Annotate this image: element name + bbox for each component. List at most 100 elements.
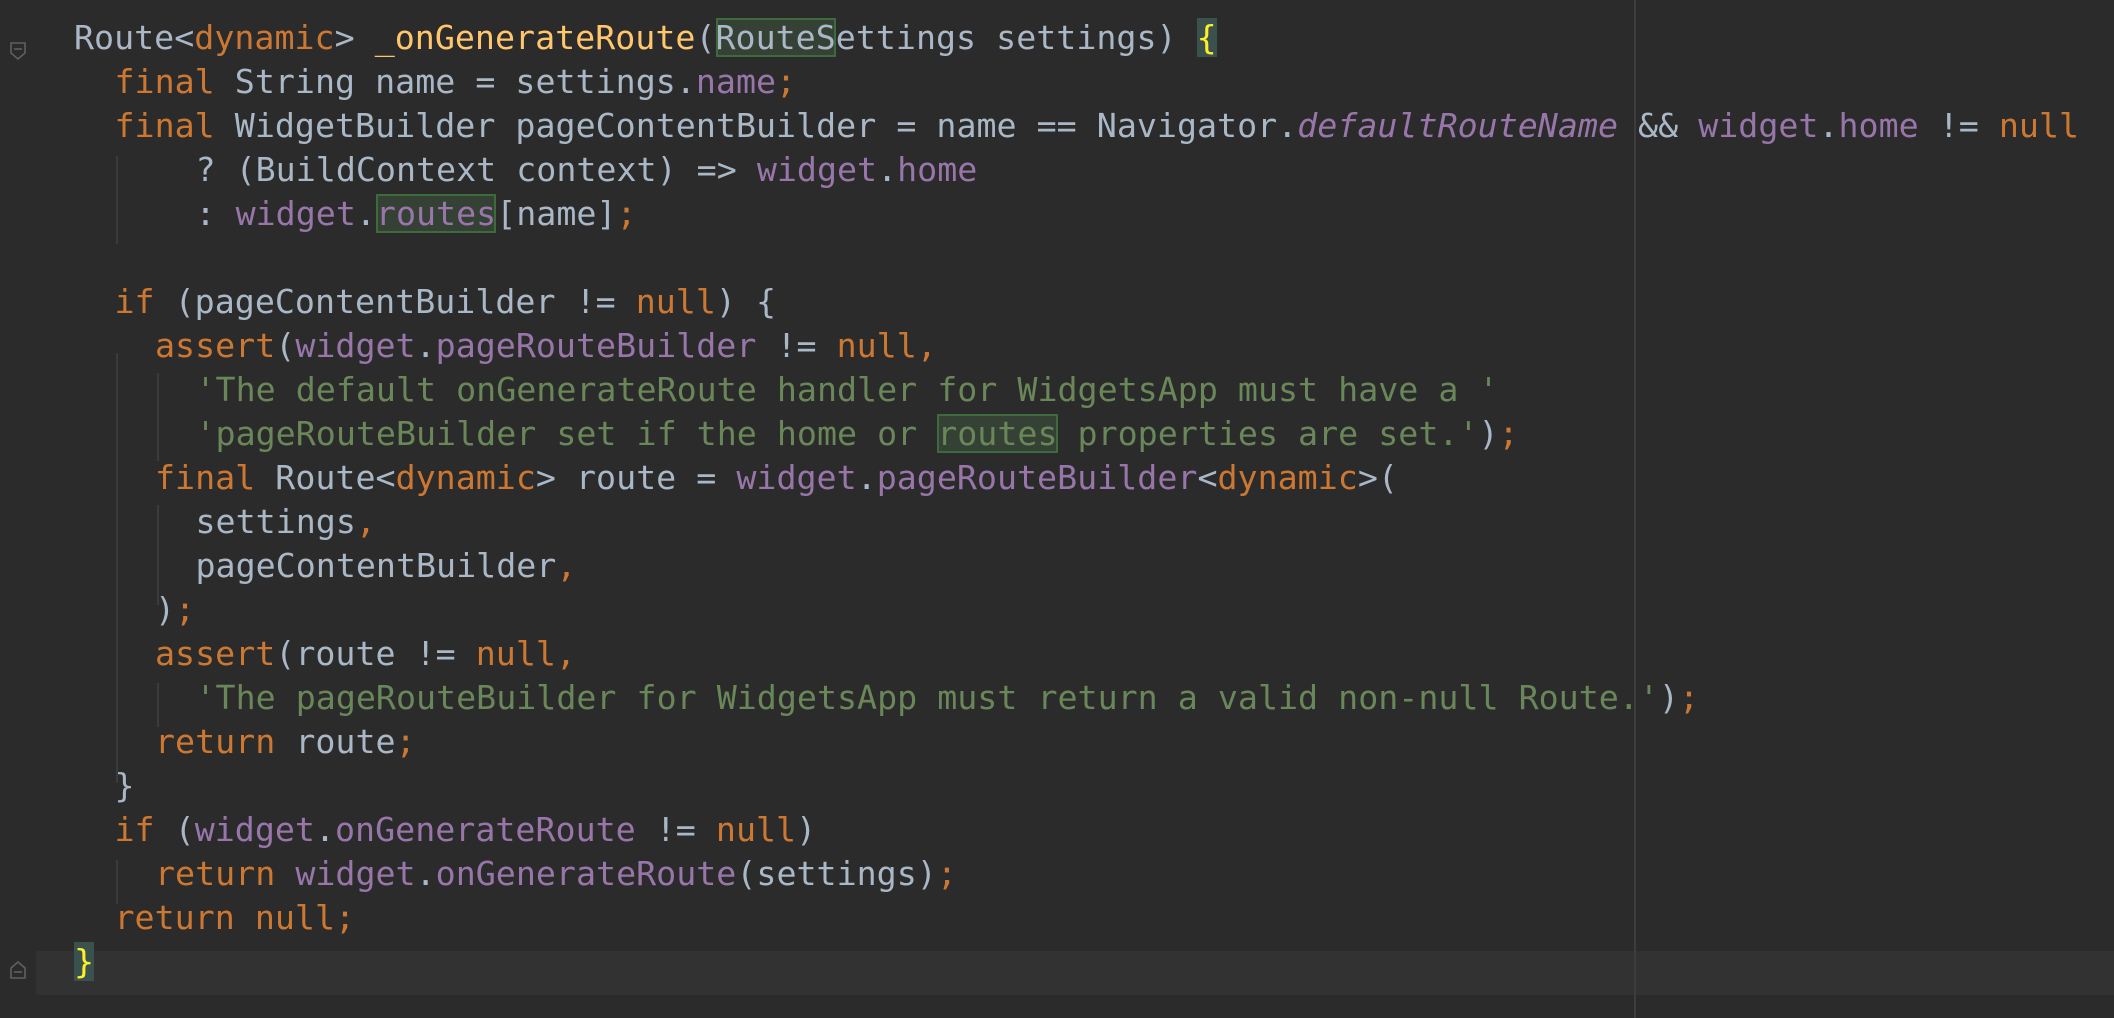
code-token: String name = settings.: [234, 62, 696, 101]
code-line[interactable]: Route<dynamic> _onGenerateRoute(RouteSet…: [74, 16, 1217, 60]
code-token: null: [635, 282, 716, 321]
code-token: settings: [195, 502, 356, 541]
code-token: ;: [335, 898, 356, 937]
code-token: home: [1838, 106, 1919, 145]
code-token: ): [1478, 414, 1499, 453]
code-line[interactable]: pageContentBuilder,: [196, 544, 577, 588]
code-token: return: [155, 854, 296, 893]
code-line[interactable]: final String name = settings.name;: [115, 60, 797, 104]
code-token: assert: [155, 634, 276, 673]
code-line[interactable]: settings,: [196, 500, 376, 544]
code-token: .: [856, 458, 877, 497]
code-token: route: [295, 722, 396, 761]
code-token: {: [1196, 18, 1217, 57]
code-line[interactable]: return widget.onGenerateRoute(settings);: [155, 852, 957, 896]
code-token: ettings settings): [835, 18, 1197, 57]
code-token: ? (BuildContext context) =>: [195, 150, 757, 189]
code-token: final: [114, 62, 235, 101]
indent-guide: [116, 353, 118, 783]
code-line[interactable]: : widget.routes[name];: [196, 192, 637, 236]
code-token: null: [1998, 106, 2080, 145]
code-token: dynamic: [1217, 458, 1358, 497]
code-line[interactable]: assert(widget.pageRouteBuilder != null,: [155, 324, 937, 368]
code-token: ;: [776, 62, 797, 101]
code-token: 'The pageRouteBuilder for WidgetsApp mus…: [195, 678, 1659, 717]
code-token: .: [877, 150, 898, 189]
code-token: ;: [1678, 678, 1699, 717]
code-line[interactable]: }: [74, 940, 95, 984]
code-token: properties are set.': [1057, 414, 1479, 453]
code-token: ;: [175, 590, 196, 629]
code-token: routes: [937, 414, 1058, 453]
code-token: routes: [375, 194, 497, 233]
code-token: 'The default onGenerateRoute handler for…: [195, 370, 1499, 409]
code-line[interactable]: final WidgetBuilder pageContentBuilder =…: [115, 104, 2080, 148]
code-token: (: [695, 18, 716, 57]
fold-collapse-icon[interactable]: [10, 42, 26, 60]
code-token: .: [314, 810, 336, 849]
code-token: null: [715, 810, 797, 849]
fold-end-icon[interactable]: [10, 961, 26, 979]
code-token: (route !=: [275, 634, 476, 673]
code-token: >(: [1357, 458, 1398, 497]
code-line[interactable]: ? (BuildContext context) => widget.home: [196, 148, 978, 192]
code-token: ): [796, 810, 817, 849]
code-token: ;: [616, 194, 637, 233]
code-token: ;: [936, 854, 957, 893]
code-token: return null: [114, 898, 336, 937]
code-editor[interactable]: Route<dynamic> _onGenerateRoute(RouteSet…: [0, 0, 2114, 1018]
code-token: _onGenerateRoute: [374, 18, 696, 57]
code-token: home: [897, 150, 978, 189]
code-line[interactable]: 'The pageRouteBuilder for WidgetsApp mus…: [196, 676, 1699, 720]
code-token: defaultRouteName: [1297, 106, 1618, 145]
code-token: 'pageRouteBuilder set if the home or: [195, 414, 938, 453]
code-token: Route<: [275, 458, 396, 497]
code-token: !=: [756, 326, 837, 365]
code-line[interactable]: 'pageRouteBuilder set if the home or rou…: [196, 412, 1519, 456]
code-token: pageRouteBuilder: [876, 458, 1198, 497]
caret-line-highlight: [36, 951, 2114, 995]
code-token: ) {: [715, 282, 777, 321]
editor-gutter[interactable]: [0, 0, 36, 1018]
code-token: ): [1658, 678, 1679, 717]
code-token: .: [1818, 106, 1839, 145]
code-token: ;: [395, 722, 416, 761]
code-token: (pageContentBuilder !=: [174, 282, 636, 321]
code-line[interactable]: final Route<dynamic> route = widget.page…: [155, 456, 1398, 500]
code-token: widget: [295, 854, 416, 893]
code-token: onGenerateRoute: [435, 854, 737, 893]
code-token: .: [415, 326, 436, 365]
code-token: widget: [1698, 106, 1819, 145]
code-token: null,: [836, 326, 937, 365]
code-token: (: [174, 810, 195, 849]
code-token: RouteS: [715, 18, 836, 57]
code-token: &&: [1618, 106, 1699, 145]
code-token: ): [155, 590, 176, 629]
code-token: widget: [756, 150, 878, 189]
code-token: .: [355, 194, 376, 233]
code-token: :: [195, 194, 236, 233]
code-token: widget: [736, 458, 857, 497]
code-line[interactable]: if (widget.onGenerateRoute != null): [115, 808, 817, 852]
code-token: assert: [155, 326, 276, 365]
code-line[interactable]: return null;: [115, 896, 356, 940]
code-token: }: [114, 766, 135, 805]
code-line[interactable]: assert(route != null,: [155, 632, 576, 676]
code-line[interactable]: return route;: [155, 720, 416, 764]
code-token: widget: [194, 810, 315, 849]
code-line[interactable]: }: [115, 764, 135, 808]
code-token: dynamic: [194, 18, 335, 57]
code-token: <: [1197, 458, 1218, 497]
code-token: Route<: [74, 18, 195, 57]
code-token: ;: [1498, 414, 1519, 453]
code-line[interactable]: 'The default onGenerateRoute handler for…: [196, 368, 1499, 412]
code-token: final: [155, 458, 276, 497]
code-line[interactable]: if (pageContentBuilder != null) {: [115, 280, 777, 324]
code-token: ,: [556, 546, 577, 585]
code-token: (settings): [736, 854, 937, 893]
code-token: onGenerateRoute: [335, 810, 636, 849]
code-token: dynamic: [395, 458, 536, 497]
code-token: widget: [235, 194, 356, 233]
code-line[interactable]: );: [155, 588, 195, 632]
code-token: name: [695, 62, 777, 101]
